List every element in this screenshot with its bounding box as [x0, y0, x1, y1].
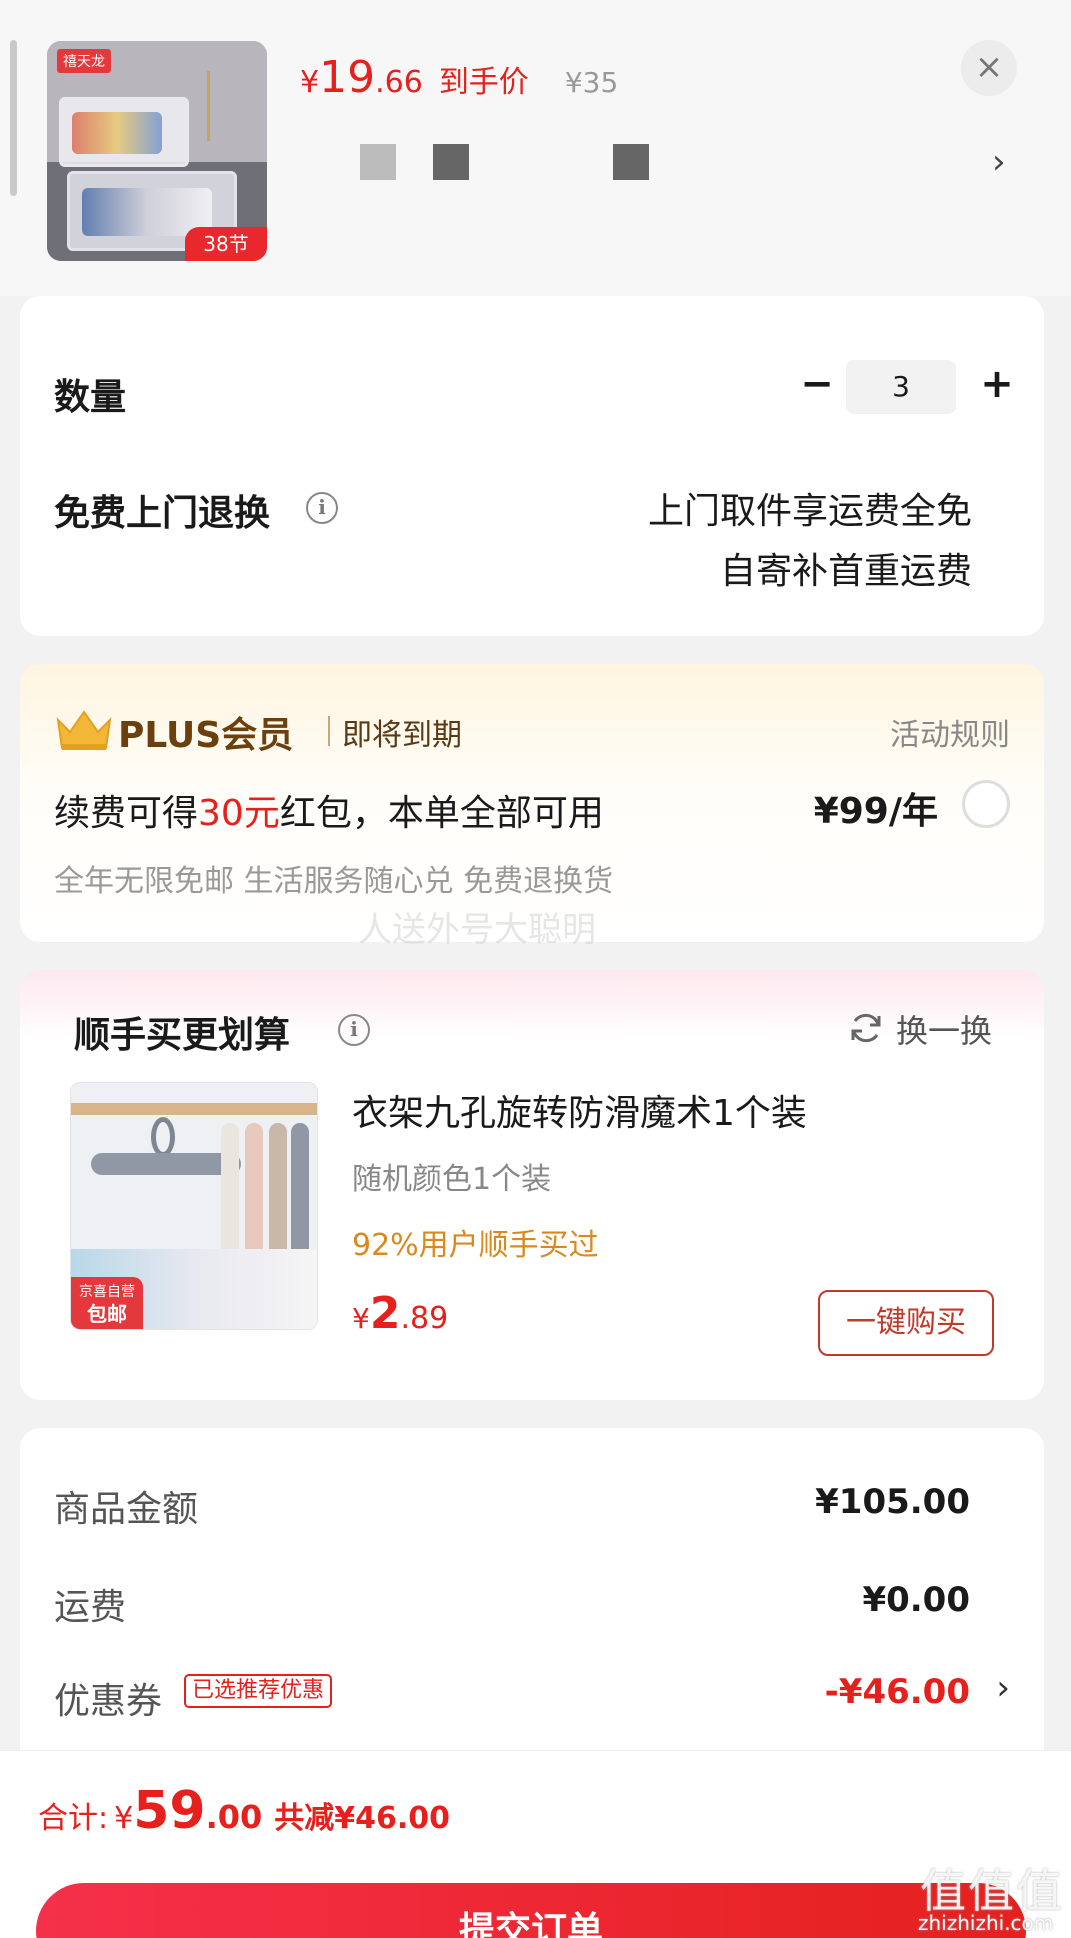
plus-bonus-amount: 30元	[198, 793, 280, 834]
brand-logo: 禧天龙	[57, 49, 111, 73]
quantity-minus-button[interactable]: −	[792, 360, 842, 410]
total-integer: 59	[133, 1781, 206, 1841]
plus-renew-text: 续费可得30元红包，本单全部可用	[54, 793, 604, 834]
coupon-label: 优惠券	[54, 1681, 163, 1722]
site-url-watermark: zhizhizhi.com	[918, 1911, 1054, 1935]
plus-expire-text: 即将到期	[342, 718, 462, 753]
addon-card: 顺手买更划算 i 换一换 京喜自营 包邮 衣架九孔旋转防滑魔术1个装 随机颜色1…	[20, 970, 1044, 1400]
price-row: ¥ 19 .66 到手价 ¥35	[300, 52, 618, 104]
original-price: ¥35	[564, 66, 619, 99]
coupon-value[interactable]: -¥46.00	[825, 1672, 970, 1712]
refresh-icon[interactable]	[848, 1010, 884, 1046]
self-operated-badge: 京喜自营 包邮	[71, 1277, 143, 1329]
quantity-plus-button[interactable]: +	[972, 360, 1022, 410]
spec-swatch-3[interactable]	[613, 144, 649, 180]
total-decimal: .00	[205, 1798, 263, 1836]
info-icon[interactable]: i	[306, 492, 338, 524]
addon-price: ¥ 2 .89	[352, 1288, 449, 1339]
chevron-right-icon[interactable]: ›	[992, 142, 1006, 182]
spec-swatch-1[interactable]	[360, 144, 396, 180]
scrollbar[interactable]	[10, 40, 17, 196]
price-currency: ¥	[300, 65, 320, 100]
goods-amount-value: ¥105.00	[815, 1482, 970, 1522]
close-icon[interactable]: ×	[961, 40, 1017, 96]
submit-order-button[interactable]: 提交订单	[36, 1883, 1026, 1938]
price-decimal: .66	[375, 65, 423, 100]
goods-amount-label: 商品金额	[54, 1489, 199, 1530]
return-pickup-text: 上门取件享运费全免	[647, 491, 972, 532]
addon-product-name[interactable]: 衣架九孔旋转防滑魔术1个装	[352, 1084, 807, 1136]
quantity-card: 数量 − 3 + 免费上门退换 i 上门取件享运费全免 自寄补首重运费	[20, 296, 1044, 636]
final-price-label: 到手价	[438, 65, 529, 100]
user-watermark: 人送外号大聪明	[358, 910, 596, 950]
info-icon[interactable]: i	[338, 1014, 370, 1046]
shipping-value: ¥0.00	[862, 1580, 970, 1620]
order-total: 合计: ¥ 59 .00 共减¥46.00	[38, 1781, 451, 1841]
total-saving: 共减¥46.00	[274, 1801, 451, 1836]
spec-swatch-2[interactable]	[433, 144, 469, 180]
total-label: 合计:	[38, 1801, 109, 1836]
product-header: 禧天龙 38节 ¥ 19 .66 到手价 ¥35 × ›	[0, 0, 1071, 296]
activity-rules-link[interactable]: 活动规则	[890, 710, 1010, 754]
refresh-button[interactable]: 换一换	[896, 1006, 992, 1052]
addon-title: 顺手买更划算	[74, 1015, 291, 1056]
coupon-recommended-tag: 已选推荐优惠	[184, 1674, 333, 1708]
plus-select-radio[interactable]	[962, 780, 1010, 828]
plus-title: PLUS会员	[118, 715, 294, 756]
free-return-label: 免费上门退换	[54, 493, 271, 534]
chevron-right-icon[interactable]: ›	[996, 1668, 1010, 1708]
quantity-label: 数量	[54, 377, 127, 418]
addon-popularity: 92%用户顺手买过	[352, 1228, 599, 1263]
plus-membership-card: PLUS会员 即将到期 活动规则 续费可得30元红包，本单全部可用 ¥99/年 …	[20, 664, 1044, 950]
quantity-input[interactable]: 3	[846, 360, 956, 414]
checkout-bar: 合计: ¥ 59 .00 共减¥46.00 提交订单 值值值 zhizhizhi…	[0, 1750, 1071, 1938]
divider	[328, 716, 330, 746]
crown-icon	[56, 710, 112, 750]
one-click-buy-button[interactable]: 一键购买	[818, 1290, 994, 1356]
festival-tag: 38节	[185, 227, 267, 261]
addon-product-image[interactable]: 京喜自营 包邮	[70, 1082, 318, 1330]
return-self-ship-text: 自寄补首重运费	[719, 551, 972, 592]
product-thumbnail[interactable]: 禧天龙 38节	[47, 41, 267, 261]
order-summary-card: 商品金额 ¥105.00 运费 ¥0.00 优惠券 已选推荐优惠 -¥46.00…	[20, 1428, 1044, 1768]
addon-spec: 随机颜色1个装	[352, 1162, 552, 1197]
price-integer: 19	[319, 52, 376, 103]
plus-price: ¥99/年	[813, 791, 938, 832]
plus-benefits-text: 全年无限免邮 生活服务随心兑 免费退换货	[54, 864, 614, 899]
shipping-label: 运费	[54, 1587, 127, 1628]
